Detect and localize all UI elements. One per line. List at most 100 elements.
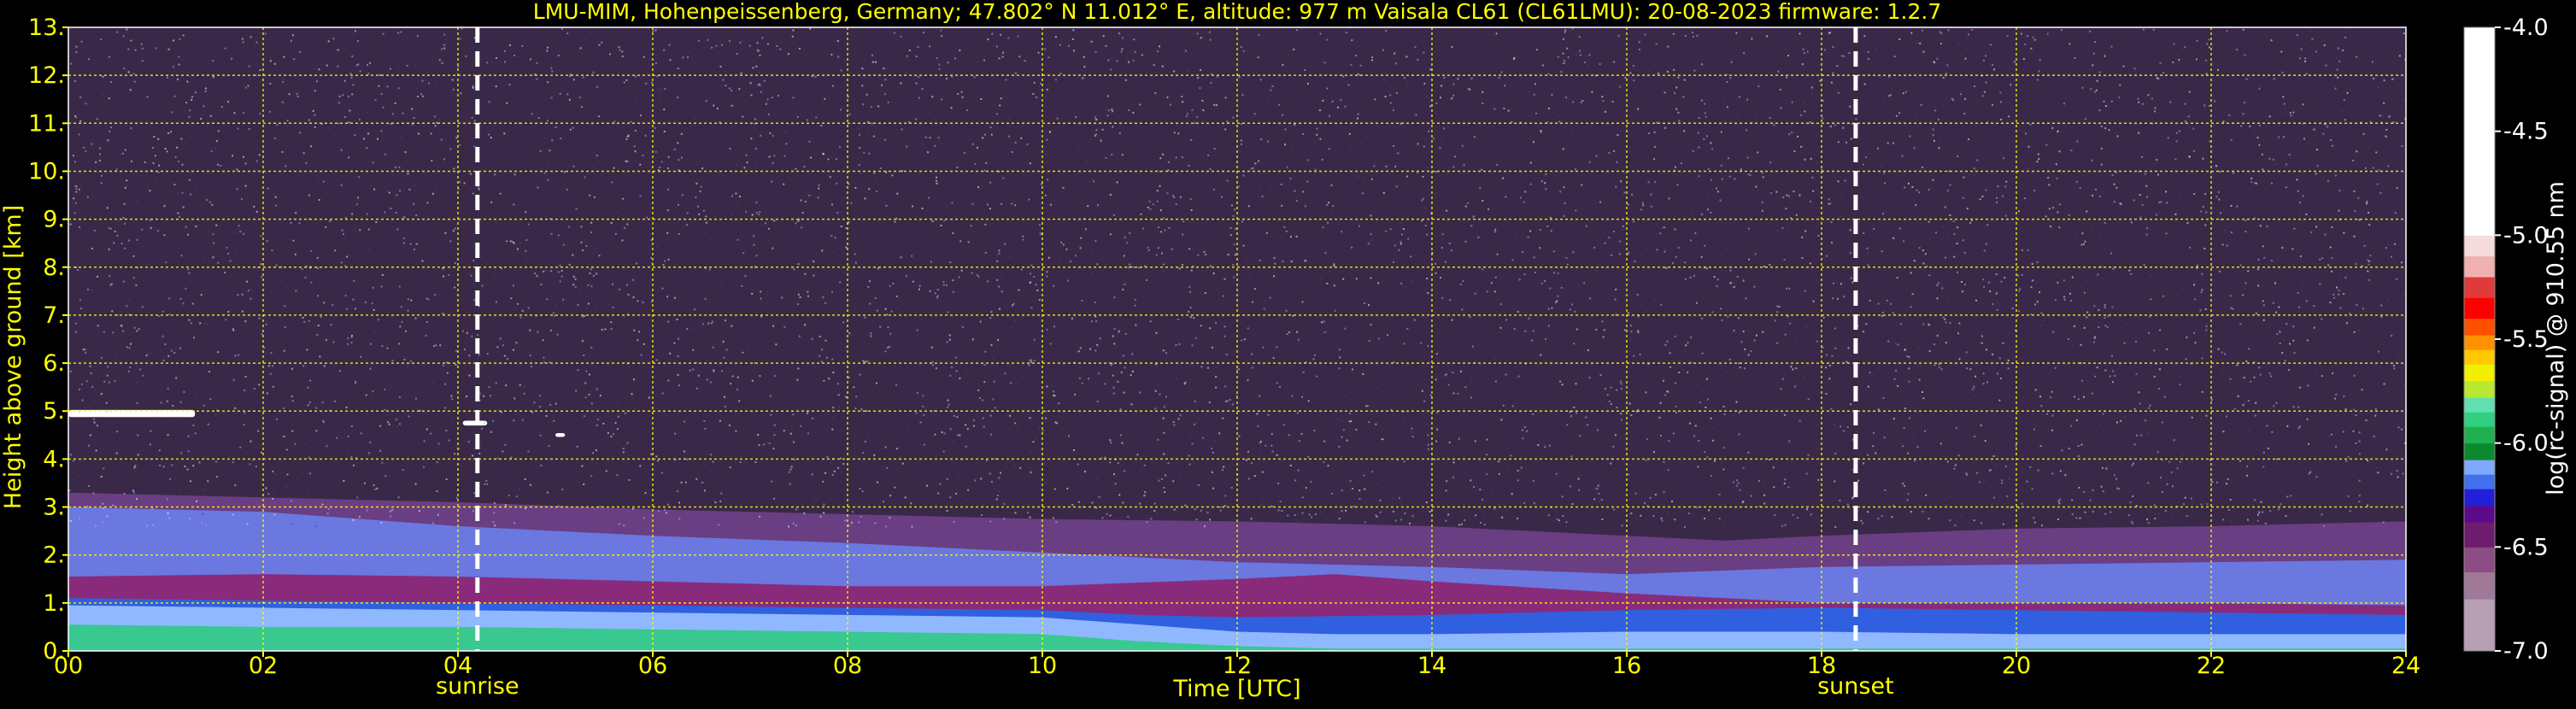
noise-speck xyxy=(1709,53,1710,55)
noise-speck xyxy=(490,397,491,399)
noise-speck xyxy=(600,506,601,507)
noise-speck xyxy=(1705,116,1707,118)
noise-speck xyxy=(1002,177,1004,179)
noise-speck xyxy=(1868,58,1869,60)
noise-speck xyxy=(1243,175,1245,177)
noise-speck xyxy=(328,508,330,510)
noise-speck xyxy=(1047,271,1048,272)
noise-speck xyxy=(896,448,898,449)
noise-speck xyxy=(1377,282,1379,284)
noise-speck xyxy=(633,296,635,298)
noise-speck xyxy=(777,95,779,97)
noise-speck xyxy=(1460,371,1462,372)
noise-speck xyxy=(1579,36,1581,38)
noise-speck xyxy=(1307,83,1309,85)
noise-speck xyxy=(1000,472,1001,474)
noise-speck xyxy=(2074,325,2075,327)
noise-speck xyxy=(593,99,595,101)
noise-speck xyxy=(1463,142,1464,144)
noise-speck xyxy=(2176,140,2178,142)
noise-speck xyxy=(179,216,180,218)
noise-speck xyxy=(297,96,299,97)
noise-speck xyxy=(1957,332,1959,334)
noise-speck xyxy=(584,505,586,507)
noise-speck xyxy=(2384,384,2385,385)
noise-speck xyxy=(2240,126,2242,127)
noise-speck xyxy=(1580,55,1581,56)
noise-speck xyxy=(1390,103,1392,104)
noise-speck xyxy=(2055,299,2057,301)
noise-speck xyxy=(2180,461,2181,463)
noise-speck xyxy=(1030,472,1032,473)
noise-speck xyxy=(1503,405,1505,407)
noise-speck xyxy=(90,435,91,437)
noise-speck xyxy=(1629,339,1631,341)
noise-speck xyxy=(922,71,924,73)
noise-speck xyxy=(2362,298,2363,300)
noise-speck xyxy=(601,42,602,44)
noise-speck xyxy=(2276,333,2278,335)
noise-speck xyxy=(1888,95,1890,97)
noise-speck xyxy=(1323,321,1325,323)
noise-speck xyxy=(543,339,544,341)
noise-speck xyxy=(633,378,635,380)
noise-speck xyxy=(2063,103,2065,104)
noise-speck xyxy=(1505,319,1507,320)
noise-speck xyxy=(167,401,168,402)
noise-speck xyxy=(1254,113,1256,114)
noise-speck xyxy=(478,354,480,355)
noise-speck xyxy=(96,449,97,451)
noise-speck xyxy=(1117,381,1118,383)
noise-speck xyxy=(1917,507,1919,509)
noise-speck xyxy=(2262,168,2263,170)
noise-speck xyxy=(1179,268,1181,270)
noise-speck xyxy=(560,281,561,283)
noise-speck xyxy=(2176,54,2178,56)
noise-speck xyxy=(227,311,229,313)
noise-speck xyxy=(1909,381,1910,383)
noise-speck xyxy=(2124,343,2126,344)
noise-speck xyxy=(566,32,568,34)
noise-speck xyxy=(151,507,153,509)
noise-speck xyxy=(1189,258,1191,260)
noise-speck xyxy=(1997,309,1998,311)
noise-speck xyxy=(79,133,80,135)
noise-speck xyxy=(1601,499,1603,501)
noise-speck xyxy=(1479,187,1481,189)
noise-speck xyxy=(1271,433,1273,435)
noise-speck xyxy=(742,40,743,42)
noise-speck xyxy=(1000,97,1002,99)
noise-speck xyxy=(935,505,936,507)
noise-speck xyxy=(1738,317,1740,319)
noise-speck xyxy=(774,375,776,377)
noise-speck xyxy=(807,120,808,121)
noise-speck xyxy=(1276,346,1277,348)
noise-speck xyxy=(1611,387,1612,389)
noise-speck xyxy=(314,114,315,116)
noise-speck xyxy=(1475,440,1476,442)
noise-speck xyxy=(2104,127,2106,129)
noise-speck xyxy=(1491,493,1493,495)
noise-speck xyxy=(1701,100,1703,102)
noise-speck xyxy=(299,51,301,53)
noise-speck xyxy=(132,489,134,491)
noise-speck xyxy=(1410,479,1411,481)
noise-speck xyxy=(1080,237,1082,239)
noise-speck xyxy=(1575,210,1576,212)
noise-speck xyxy=(923,32,924,33)
noise-speck xyxy=(1168,161,1170,163)
noise-speck xyxy=(1323,441,1325,442)
noise-speck xyxy=(2274,78,2275,79)
noise-speck xyxy=(1297,413,1299,414)
noise-speck xyxy=(2005,466,2007,467)
noise-speck xyxy=(1974,436,1975,437)
noise-speck xyxy=(1736,479,1738,481)
noise-speck xyxy=(622,239,624,241)
noise-speck xyxy=(1219,507,1221,508)
noise-speck xyxy=(1165,73,1166,75)
noise-speck xyxy=(1784,259,1786,261)
noise-speck xyxy=(1182,156,1183,158)
noise-speck xyxy=(1223,278,1225,280)
noise-speck xyxy=(584,315,585,317)
noise-speck xyxy=(1940,283,1942,284)
